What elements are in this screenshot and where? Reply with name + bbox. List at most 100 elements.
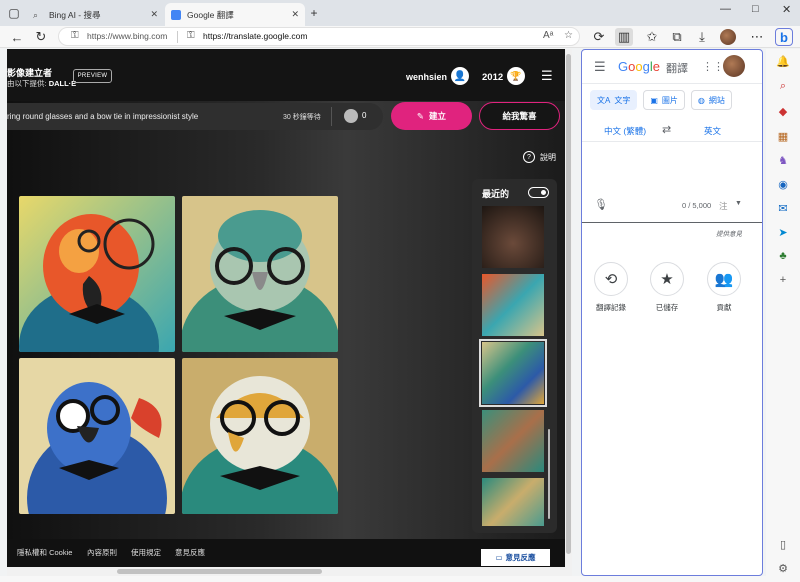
recent-toggle[interactable] [528, 187, 549, 198]
shopping-icon[interactable]: ◆ [776, 104, 790, 118]
chevron-down-icon[interactable]: ▼ [735, 200, 742, 207]
rewards-icon[interactable]: 🏆 [507, 67, 525, 85]
hamburger-menu-icon[interactable]: ☰ [594, 59, 606, 75]
recent-panel: 最近的 [472, 179, 557, 533]
close-icon[interactable]: ✕ [150, 9, 158, 20]
search-icon: ⌕ [33, 9, 39, 20]
help-icon: ? [523, 151, 535, 163]
notification-bell-icon[interactable]: 🔔 [776, 54, 790, 68]
recent-thumbnail[interactable] [482, 206, 544, 268]
lock-icon: ⚿ [71, 30, 79, 41]
add-icon[interactable]: + [776, 273, 790, 287]
people-icon: 👥 [707, 262, 741, 296]
microphone-icon[interactable]: 🎙 [594, 198, 608, 211]
favorites-icon[interactable]: ✩ [643, 28, 661, 46]
feedback-button[interactable]: ▭ 意見反應 [481, 549, 550, 566]
search-icon[interactable]: ⌕ [776, 79, 790, 93]
google-translate-sidebar: ☰ Google 翻譯 ⋮⋮⋮ 文A 文字 ▣ 圖片 ◍ 網站 中文 (繁體) … [581, 49, 763, 576]
mode-text[interactable]: 文A 文字 [590, 90, 638, 110]
image-icon: ▣ [650, 95, 658, 105]
source-language[interactable]: 中文 (繁體) [604, 125, 646, 137]
footer-link-privacy[interactable]: 隱私權和 Cookie [17, 547, 72, 558]
help-link[interactable]: ? 說明 [523, 151, 556, 163]
tree-icon[interactable]: ♣ [776, 249, 790, 263]
outlook-icon[interactable]: ✉ [776, 201, 790, 215]
microsoft-365-icon[interactable]: ◉ [776, 177, 790, 191]
close-window-button[interactable]: ✕ [782, 3, 791, 16]
bing-copilot-icon[interactable]: b [775, 28, 793, 46]
mode-images[interactable]: ▣ 圖片 [643, 90, 685, 110]
send-feedback-link[interactable]: 提供意見 [716, 228, 742, 238]
hide-sidebar-icon[interactable]: ▯ [776, 537, 790, 551]
tab-actions-icon[interactable]: ▢ [6, 5, 22, 21]
page-vertical-scrollbar[interactable] [565, 49, 572, 567]
account-avatar[interactable] [723, 55, 745, 77]
recent-thumbnail[interactable] [482, 410, 544, 472]
read-aloud-icon[interactable]: Aᵃ [543, 30, 553, 41]
surprise-me-button[interactable]: 給我驚喜 [479, 102, 560, 130]
user-icon[interactable]: 👤 [451, 67, 469, 85]
right-url[interactable]: https://translate.google.com [203, 31, 307, 41]
page-horizontal-scrollbar[interactable] [7, 567, 572, 576]
split-screen-icon[interactable]: ▥ [615, 28, 633, 46]
recent-thumbnail[interactable] [482, 274, 544, 336]
powered-by: 由以下提供: DALL·E [7, 79, 77, 88]
ime-toggle[interactable]: 注 [719, 200, 728, 212]
translate-header: ☰ Google 翻譯 ⋮⋮⋮ [582, 50, 762, 84]
create-button[interactable]: ✎ 建立 [391, 102, 472, 130]
minimize-button[interactable]: — [720, 3, 731, 15]
recent-thumbnail-selected[interactable] [479, 339, 547, 407]
tools-icon[interactable]: ▦ [776, 129, 790, 143]
recent-thumbnail[interactable] [482, 478, 544, 526]
source-text-input[interactable]: 🎙 0 / 5,000 注 ▼ [582, 143, 762, 223]
history-icon: ⟲ [594, 262, 628, 296]
footer-link-terms[interactable]: 使用規定 [131, 547, 161, 558]
more-menu-icon[interactable]: ⋯ [748, 28, 766, 46]
generated-image[interactable] [19, 196, 175, 352]
maximize-button[interactable]: □ [752, 3, 759, 15]
boost-remaining: 0 [362, 111, 367, 120]
prompt-text[interactable]: ring round glasses and a bow tie in impr… [7, 112, 198, 121]
tab-google-translate[interactable]: Google 翻譯 ✕ [165, 3, 305, 26]
footer-link-feedback[interactable]: 意見反應 [175, 547, 205, 558]
hamburger-menu-icon[interactable]: ☰ [541, 68, 553, 84]
settings-gear-icon[interactable]: ⚙ [776, 561, 790, 575]
generated-image[interactable] [182, 358, 338, 514]
favorite-star-icon[interactable]: ☆ [564, 30, 573, 41]
create-icon: ✎ [416, 110, 425, 121]
history-button[interactable]: ⟲ 翻譯記錄 [586, 262, 636, 313]
extensions-icon[interactable]: ⟳ [590, 28, 608, 46]
profile-avatar[interactable] [720, 29, 736, 45]
username[interactable]: wenhsien [406, 72, 447, 82]
send-icon[interactable]: ➤ [776, 225, 790, 239]
star-icon: ★ [650, 262, 684, 296]
left-url[interactable]: https://www.bing.com [87, 31, 167, 41]
globe-icon: ◍ [697, 95, 705, 105]
boost-coin-icon [344, 109, 358, 123]
mode-websites[interactable]: ◍ 網站 [690, 90, 732, 110]
saved-button[interactable]: ★ 已儲存 [642, 262, 692, 313]
contribute-button[interactable]: 👥 貢獻 [699, 262, 749, 313]
generated-image[interactable] [19, 358, 175, 514]
swap-languages-icon[interactable]: ⇄ [662, 123, 671, 136]
recent-scrollbar[interactable] [548, 429, 550, 519]
target-language[interactable]: 英文 [704, 125, 721, 137]
address-bar[interactable]: ⚿ https://www.bing.com ⚿ https://transla… [58, 27, 580, 46]
downloads-icon[interactable]: ⤓ [693, 28, 711, 46]
footer-link-content-policy[interactable]: 內容原則 [87, 547, 117, 558]
preview-badge: PREVIEW [73, 69, 112, 83]
new-tab-button[interactable]: + [306, 5, 322, 21]
close-icon[interactable]: ✕ [291, 9, 299, 20]
collections-icon[interactable]: ⧉ [668, 28, 686, 46]
browser-titlebar: ▢ ⌕ Bing AI - 搜尋 ✕ Google 翻譯 ✕ + — □ ✕ [0, 0, 800, 26]
edge-sidebar-rail: 🔔 ⌕ ◆ ▦ ♞ ◉ ✉ ➤ ♣ + ▯ ⚙ [766, 49, 800, 582]
prompt-input[interactable]: ring round glasses and a bow tie in impr… [7, 103, 383, 130]
product-name: 翻譯 [666, 63, 688, 75]
character-count: 0 / 5,000 [682, 201, 712, 210]
back-arrow-icon[interactable]: ← [8, 28, 26, 46]
games-icon[interactable]: ♞ [776, 153, 790, 167]
tab-bing[interactable]: ⌕ Bing AI - 搜尋 ✕ [27, 3, 164, 26]
generated-image[interactable] [182, 196, 338, 352]
refresh-icon[interactable]: ↻ [32, 28, 50, 46]
navigation-bar: ← ↻ ⚿ https://www.bing.com ⚿ https://tra… [0, 26, 800, 48]
